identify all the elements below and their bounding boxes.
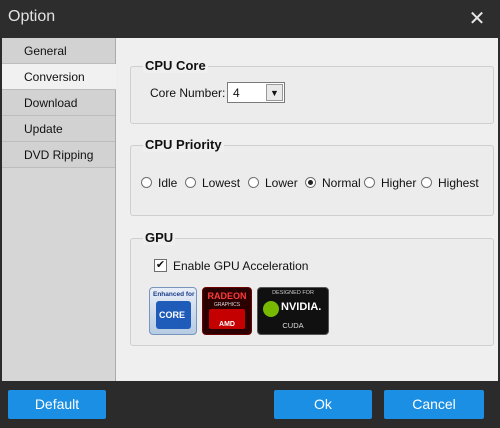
intel-core-text: CORE — [159, 310, 186, 320]
intel-core-logo: Enhanced for CORE — [149, 287, 197, 335]
sidebar-item-update[interactable]: Update — [2, 116, 115, 142]
radio-button-icon[interactable] — [421, 177, 432, 188]
cancel-button[interactable]: Cancel — [384, 390, 484, 419]
radio-label: Lowest — [202, 176, 241, 190]
nvidia-eye-icon — [263, 301, 279, 317]
footer: Default Ok Cancel — [0, 381, 500, 428]
radio-button-icon[interactable] — [141, 177, 152, 188]
amd-brand-text: AMD — [219, 321, 235, 328]
cpu-core-group: CPU Core Core Number: 4 ▼ — [130, 58, 494, 124]
core-number-label: Core Number: — [150, 86, 226, 100]
core-number-select[interactable]: 4 ▼ — [227, 82, 285, 103]
window-title: Option — [8, 8, 56, 25]
title-bar: Option ✕ — [0, 0, 500, 38]
sidebar-item-dvd-ripping[interactable]: DVD Ripping — [2, 142, 115, 168]
nvidia-designed-text: DESIGNED FOR — [272, 290, 314, 296]
radio-label: Lower — [265, 176, 298, 190]
nvidia-cuda-logo: DESIGNED FOR NVIDIA. CUDA — [257, 287, 329, 335]
cpu-priority-group: CPU Priority Idle Lowest Lower Normal Hi… — [130, 137, 494, 216]
gpu-group: GPU ✔ Enable GPU Acceleration Enhanced f… — [130, 230, 494, 346]
gpu-logos: Enhanced for CORE RADEON GRAPHICS AMD DE… — [149, 287, 449, 335]
radio-button-icon[interactable] — [248, 177, 259, 188]
gpu-title: GPU — [143, 230, 176, 245]
core-number-value: 4 — [233, 86, 240, 100]
radio-button-selected-icon[interactable] — [305, 177, 316, 188]
amd-radeon-text: RADEON — [207, 291, 247, 301]
radio-label: Idle — [158, 176, 178, 190]
intel-enhanced-text: Enhanced for — [153, 291, 195, 298]
nvidia-name-text: NVIDIA. — [281, 301, 322, 313]
sidebar-item-conversion[interactable]: Conversion — [2, 64, 116, 90]
amd-graphics-text: GRAPHICS — [213, 302, 241, 308]
cpu-priority-title: CPU Priority — [143, 137, 224, 152]
radio-label: Higher — [381, 176, 417, 190]
chevron-down-icon[interactable]: ▼ — [266, 84, 283, 101]
radio-button-icon[interactable] — [364, 177, 375, 188]
amd-radeon-logo: RADEON GRAPHICS AMD — [202, 287, 252, 335]
gpu-acceleration-label: Enable GPU Acceleration — [173, 259, 309, 273]
default-button[interactable]: Default — [8, 390, 106, 419]
sidebar-item-general[interactable]: General — [2, 38, 115, 64]
radio-button-icon[interactable] — [185, 177, 196, 188]
priority-radio-group: Idle Lowest Lower Normal Higher Highest — [141, 175, 491, 191]
sidebar: General Conversion Download Update DVD R… — [2, 38, 116, 381]
radio-label: Normal — [322, 176, 361, 190]
radio-label: Highest — [438, 176, 479, 190]
ok-button[interactable]: Ok — [274, 390, 372, 419]
gpu-acceleration-checkbox[interactable]: ✔ — [154, 259, 167, 272]
settings-panel: CPU Core Core Number: 4 ▼ CPU Priority I… — [116, 38, 498, 381]
sidebar-item-download[interactable]: Download — [2, 90, 115, 116]
nvidia-cuda-text: CUDA — [282, 321, 304, 330]
close-icon[interactable]: ✕ — [468, 9, 486, 29]
cpu-core-title: CPU Core — [143, 58, 208, 73]
intel-core-badge: CORE — [156, 301, 191, 329]
